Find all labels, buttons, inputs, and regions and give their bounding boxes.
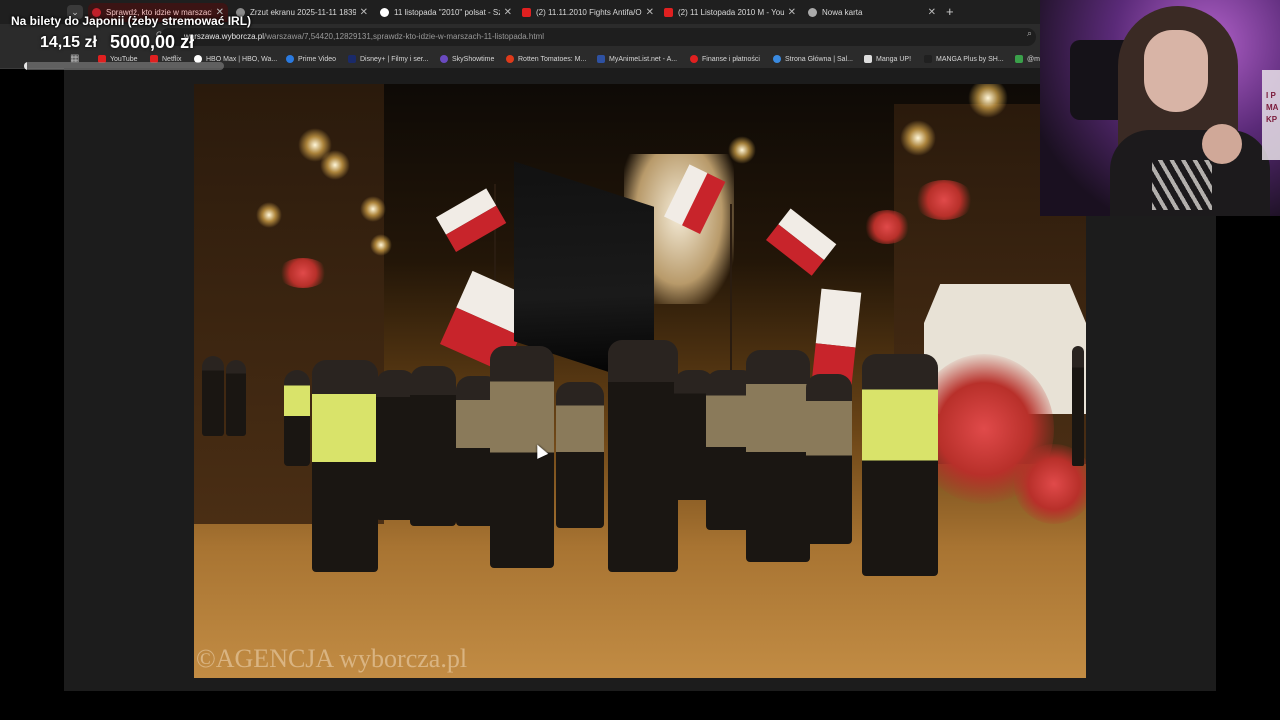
tab-title: 11 listopada "2010" polsat - Sz bbox=[394, 8, 500, 17]
polish-flag bbox=[766, 208, 837, 276]
streamer-webcam: I P MA KP bbox=[1040, 0, 1280, 216]
salon-icon bbox=[773, 55, 781, 63]
marcher bbox=[746, 350, 810, 562]
close-tab-icon[interactable]: ✕ bbox=[928, 7, 936, 18]
street-lamp bbox=[370, 234, 392, 256]
streamer-hand bbox=[1202, 124, 1242, 164]
article-photo[interactable]: ©AGENCJA wyborcza.pl bbox=[194, 84, 1086, 678]
hanging-flowers bbox=[914, 180, 974, 220]
marcher bbox=[410, 366, 456, 526]
hanging-flowers bbox=[278, 258, 328, 288]
bookmark-prime[interactable]: Prime Video bbox=[286, 53, 336, 65]
bystander bbox=[202, 356, 224, 436]
street-lamp bbox=[320, 150, 350, 180]
bookmark-m-icon bbox=[1015, 55, 1023, 63]
street-lamp bbox=[900, 120, 936, 156]
hoodie-print bbox=[1152, 160, 1212, 210]
streamer-face bbox=[1144, 30, 1208, 112]
tab-title: Nowa karta bbox=[822, 8, 863, 17]
finance-icon bbox=[690, 55, 698, 63]
tab-zrzut[interactable]: Zrzut ekranu 2025-11-11 1839 ✕ bbox=[232, 3, 372, 22]
bookmark-label: MyAnimeList.net - A... bbox=[609, 55, 678, 63]
bookmark-rotten-tomatoes[interactable]: Rotten Tomatoes: M... bbox=[506, 53, 586, 65]
tab-polsat[interactable]: 11 listopada "2010" polsat - Sz ✕ bbox=[376, 3, 516, 22]
donation-goal-title: Na bilety do Japonii (żeby stremować IRL… bbox=[11, 14, 252, 28]
street-lamp bbox=[256, 202, 282, 228]
donation-progress-fill bbox=[24, 62, 27, 70]
url-host: warszawa.wyborcza.pl bbox=[184, 32, 265, 41]
donation-current-amount: 14,15 zł bbox=[40, 34, 97, 51]
bookmark-label: Disney+ | Filmy i ser... bbox=[360, 55, 429, 63]
url-field[interactable]: warszawa.wyborcza.pl/warszawa/7,54420,12… bbox=[160, 28, 1036, 46]
marshal-vest bbox=[862, 354, 938, 576]
tab-title: Zrzut ekranu 2025-11-11 1839 bbox=[250, 8, 356, 17]
close-tab-icon[interactable]: ✕ bbox=[360, 7, 368, 18]
close-tab-icon[interactable]: ✕ bbox=[504, 7, 512, 18]
bystander bbox=[1072, 346, 1084, 466]
marcher bbox=[490, 346, 554, 568]
tab-fights[interactable]: (2) 11.11.2010 Fights Antifa/ON ✕ bbox=[518, 3, 658, 22]
bookmark-label: Finanse i płatności bbox=[702, 55, 760, 63]
new-tab-plus-icon[interactable]: + bbox=[946, 4, 954, 19]
bookmark-manga-plus[interactable]: MANGA Plus by SH... bbox=[924, 53, 1004, 65]
bookmark-finanse[interactable]: Finanse i płatności bbox=[690, 53, 760, 65]
google-icon bbox=[380, 8, 389, 17]
youtube-icon bbox=[522, 8, 531, 17]
youtube-icon bbox=[664, 8, 673, 17]
bookmark-label: Manga UP! bbox=[876, 55, 912, 63]
donation-goal-amount: 5000,00 zł bbox=[110, 32, 195, 52]
bookmark-label: MANGA Plus by SH... bbox=[936, 55, 1004, 63]
close-tab-icon[interactable]: ✕ bbox=[788, 7, 796, 18]
manga-up-icon bbox=[864, 55, 872, 63]
manga-plus-icon bbox=[924, 55, 932, 63]
wall-poster-text: I P MA KP bbox=[1266, 91, 1279, 124]
bookmark-label: SkyShowtime bbox=[452, 55, 495, 63]
photo-watermark: ©AGENCJA wyborcza.pl bbox=[196, 644, 468, 673]
tab-nowa-karta[interactable]: Nowa karta ✕ bbox=[804, 3, 940, 22]
bookmark-disney[interactable]: Disney+ | Filmy i ser... bbox=[348, 53, 429, 65]
bookmark-m[interactable]: @m bbox=[1015, 53, 1040, 65]
bookmark-label: Rotten Tomatoes: M... bbox=[518, 55, 587, 63]
tab-title: (2) 11 Listopada 2010 M - YouT bbox=[678, 8, 784, 17]
tab-title: (2) 11.11.2010 Fights Antifa/ON bbox=[536, 8, 642, 17]
marshal-vest bbox=[312, 360, 378, 572]
hanging-flowers bbox=[864, 210, 910, 244]
bookmark-label: Prime Video bbox=[298, 55, 337, 63]
bookmark-label: Strona Główna | Sal... bbox=[785, 55, 853, 63]
prime-video-icon bbox=[286, 55, 294, 63]
bookmark-manga-up[interactable]: Manga UP! bbox=[864, 53, 911, 65]
tomato-icon bbox=[506, 55, 514, 63]
bookmark-label: @m bbox=[1027, 55, 1040, 63]
marcher bbox=[608, 340, 678, 572]
bookmark-skyshowtime[interactable]: SkyShowtime bbox=[440, 53, 494, 65]
url-path: /warszawa/7,54420,12829131,sprawdz-kto-i… bbox=[264, 32, 545, 41]
disney-icon bbox=[348, 55, 356, 63]
tab-listopada[interactable]: (2) 11 Listopada 2010 M - YouT ✕ bbox=[660, 3, 800, 22]
bystander bbox=[226, 360, 246, 436]
donation-progress-bar bbox=[24, 62, 224, 70]
bookmark-myanimelist[interactable]: MyAnimeList.net - A... bbox=[597, 53, 677, 65]
marcher bbox=[806, 374, 852, 544]
marcher bbox=[556, 382, 604, 528]
marshal-vest bbox=[284, 370, 310, 466]
myanimelist-icon bbox=[597, 55, 605, 63]
close-tab-icon[interactable]: ✕ bbox=[646, 7, 654, 18]
zoom-icon[interactable]: ⌕ bbox=[1027, 28, 1032, 39]
street-lamp bbox=[728, 136, 756, 164]
skyshowtime-icon bbox=[440, 55, 448, 63]
street-lamp bbox=[360, 196, 386, 222]
chrome-icon bbox=[808, 8, 817, 17]
bookmark-strona-glowna[interactable]: Strona Główna | Sal... bbox=[773, 53, 853, 65]
